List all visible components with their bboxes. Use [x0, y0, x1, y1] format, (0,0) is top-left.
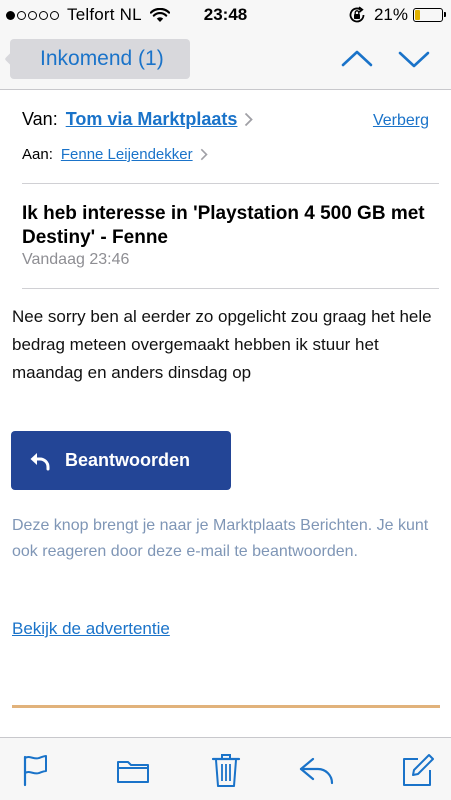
view-ad-link[interactable]: Bekijk de advertentie [12, 619, 170, 639]
battery-fill [415, 10, 421, 20]
to-row: Aan: Fenne Leijendekker [22, 146, 208, 163]
message-subject: Ik heb interesse in 'Playstation 4 500 G… [22, 203, 425, 248]
reply-button-label: Beantwoorden [65, 450, 191, 470]
battery-percent: 21% [373, 5, 408, 24]
chevron-right-icon [200, 148, 208, 161]
compose-icon[interactable] [401, 752, 435, 788]
to-label: Aan: [22, 146, 53, 163]
from-row: Van: Tom via Marktplaats [22, 109, 254, 130]
back-to-inbox-button[interactable]: Inkomend (1) [10, 39, 190, 79]
battery-icon [413, 8, 446, 22]
message-date: Vandaag 23:46 [22, 251, 130, 268]
bottom-toolbar [0, 737, 451, 800]
chevron-down-icon[interactable] [397, 44, 431, 74]
header-divider [22, 183, 439, 184]
reply-icon[interactable] [298, 752, 336, 788]
body-divider [22, 288, 439, 289]
chevron-right-icon [245, 112, 254, 127]
message-body: Nee sorry ben al eerder zo opgelicht zou… [12, 307, 432, 382]
hide-details-link[interactable]: Verberg [373, 112, 429, 130]
status-bar: Telfort NL 23:48 21% [0, 0, 451, 30]
folder-icon[interactable] [116, 752, 150, 788]
reply-hint-text: Deze knop brengt je naar je Marktplaats … [12, 517, 429, 560]
rotation-lock-icon [349, 6, 365, 23]
from-label: Van: [22, 109, 58, 129]
sender-link[interactable]: Tom via Marktplaats [66, 109, 238, 130]
accent-divider [12, 705, 440, 708]
chevron-up-icon[interactable] [340, 44, 374, 74]
reply-arrow-icon [30, 452, 50, 470]
trash-icon[interactable] [209, 752, 243, 788]
reply-button[interactable]: Beantwoorden [11, 431, 231, 490]
recipient-link[interactable]: Fenne Leijendekker [61, 146, 193, 163]
back-button-label: Inkomend (1) [40, 47, 164, 70]
status-right: 21% [348, 5, 446, 25]
navigation-bar: Inkomend (1) [0, 30, 451, 90]
flag-icon[interactable] [19, 752, 53, 788]
